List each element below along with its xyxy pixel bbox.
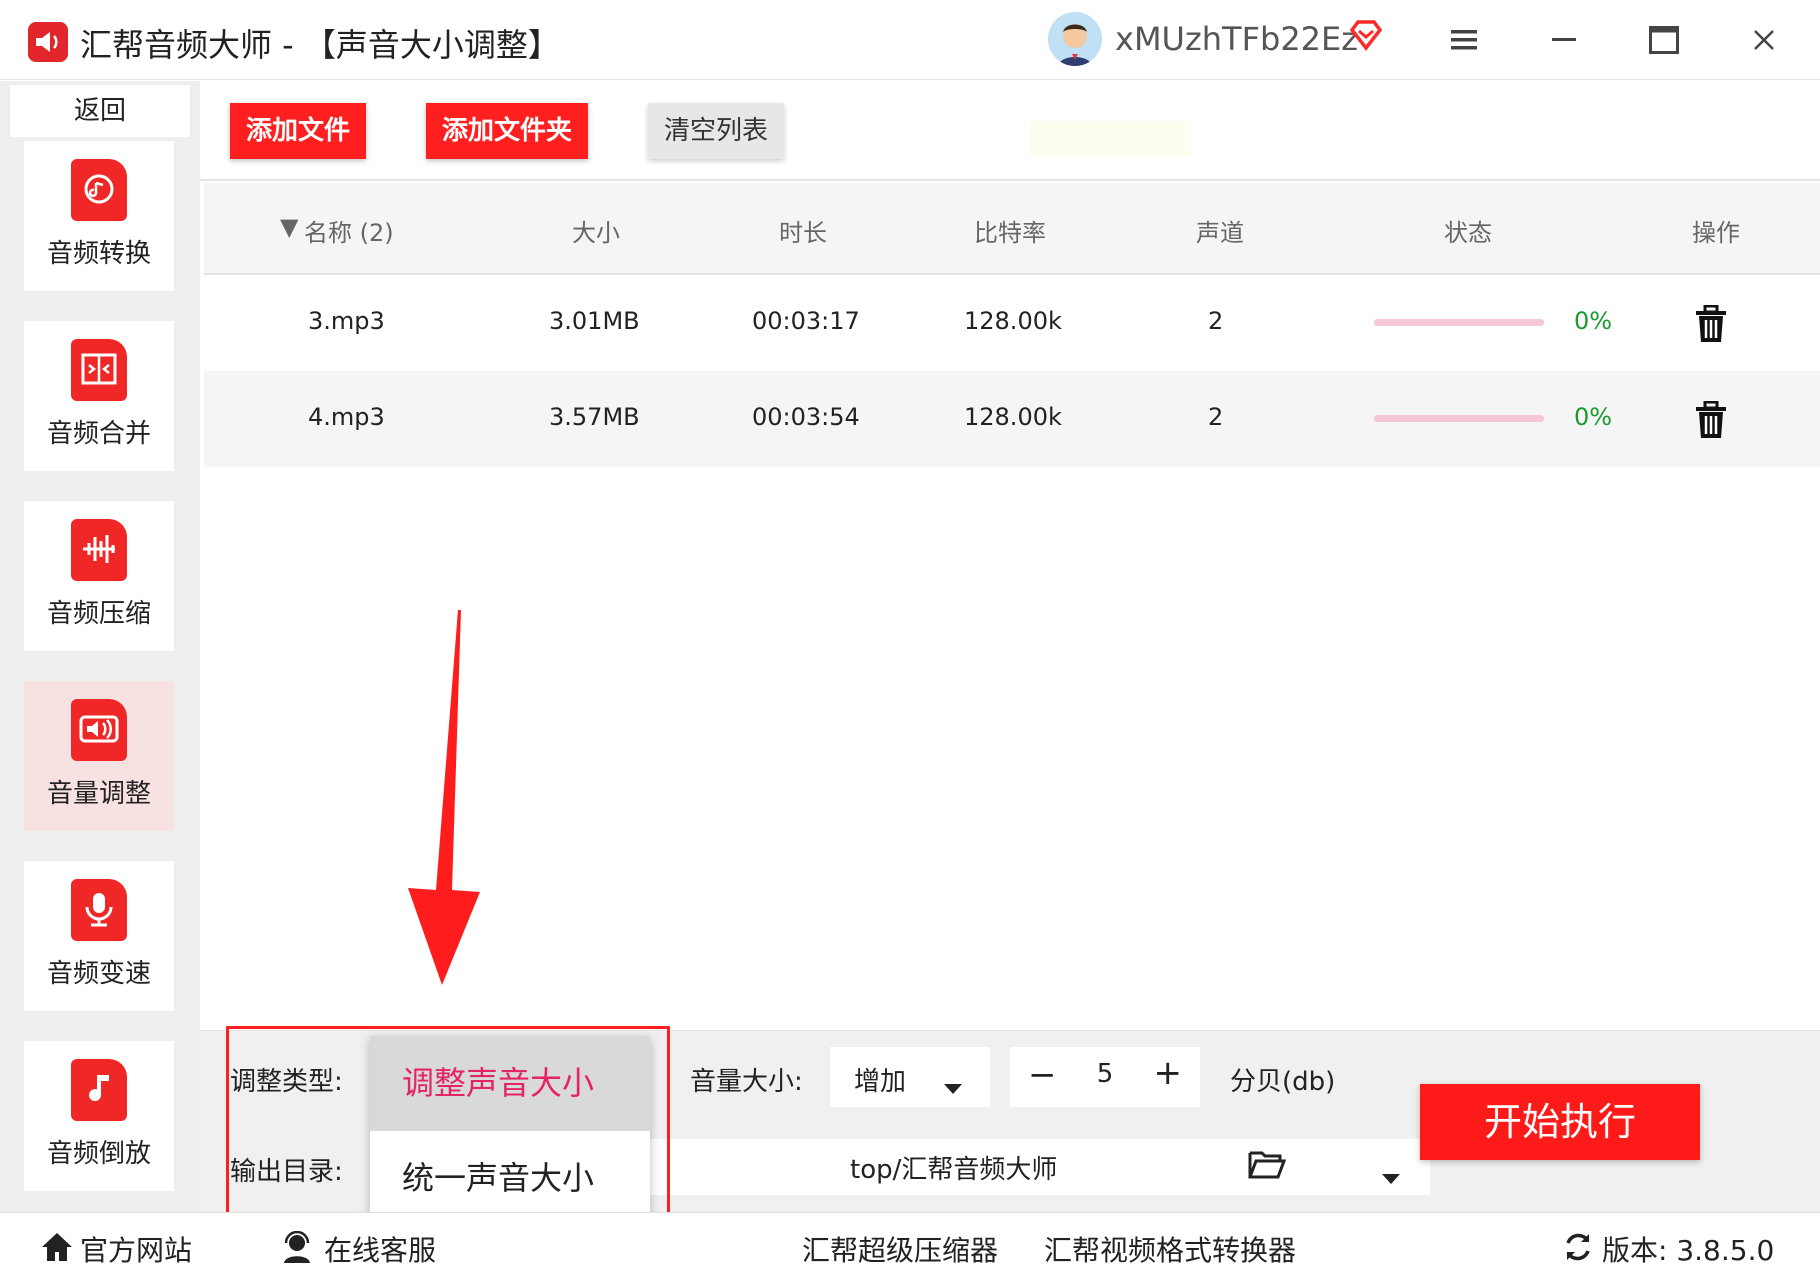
output-path-select[interactable]: top/汇帮音频大师 xyxy=(630,1139,1430,1195)
add-folder-button[interactable]: 添加文件夹 xyxy=(426,103,588,159)
progress-percent: 0% xyxy=(1574,403,1613,431)
close-icon[interactable] xyxy=(1744,20,1784,60)
minimize-icon[interactable] xyxy=(1544,20,1584,60)
sidebar-item-audio-speed[interactable]: 音频变速 xyxy=(24,861,174,1011)
sidebar-item-label: 音频倒放 xyxy=(46,1139,151,1169)
sidebar-item-audio-merge[interactable]: 音频合并 xyxy=(24,321,174,471)
maximize-icon[interactable] xyxy=(1644,20,1684,60)
sidebar-item-audio-convert[interactable]: 音频转换 xyxy=(24,141,174,291)
sidebar-item-label: 音量调整 xyxy=(46,779,151,809)
back-button[interactable]: 返回 xyxy=(10,85,190,137)
audio-merge-icon xyxy=(71,339,127,401)
volume-stepper[interactable]: − 5 + xyxy=(1010,1047,1200,1107)
volume-mode-select[interactable]: 增加 xyxy=(830,1047,990,1107)
file-duration: 00:03:54 xyxy=(752,403,860,431)
window-title: 汇帮音频大师 - 【声音大小调整】 xyxy=(80,26,560,64)
file-size: 3.57MB xyxy=(549,403,640,431)
user-avatar[interactable] xyxy=(1048,12,1102,66)
menu-icon[interactable] xyxy=(1444,20,1484,60)
folder-open-icon[interactable] xyxy=(1248,1147,1287,1183)
add-file-button[interactable]: 添加文件 xyxy=(230,103,366,159)
toolbar: 添加文件 添加文件夹 清空列表 xyxy=(200,81,1820,181)
clear-list-button[interactable]: 清空列表 xyxy=(648,103,784,159)
file-name: 4.mp3 xyxy=(308,403,385,431)
table-row[interactable]: 3.mp3 3.01MB 00:03:17 128.00k 2 0% xyxy=(204,275,1820,371)
table-header: ▼ 名称 (2) 大小 时长 比特率 声道 状态 操作 xyxy=(204,183,1820,275)
column-size[interactable]: 大小 xyxy=(572,213,620,248)
volume-adjust-icon xyxy=(71,699,127,761)
app-logo-icon xyxy=(28,22,68,62)
file-size: 3.01MB xyxy=(549,307,640,335)
column-name[interactable]: 名称 (2) xyxy=(304,213,394,248)
chevron-down-icon xyxy=(1382,1161,1400,1191)
trash-icon[interactable] xyxy=(1694,304,1728,347)
sidebar-item-label: 音频转换 xyxy=(46,239,151,269)
vip-diamond-icon[interactable] xyxy=(1348,18,1384,58)
faded-placeholder xyxy=(1030,121,1190,157)
video-converter-link[interactable]: 汇帮视频格式转换器 xyxy=(1044,1229,1296,1269)
progress-bar xyxy=(1374,415,1544,422)
version-label: 版本: 3.8.5.0 xyxy=(1602,1234,1775,1267)
sidebar-item-volume-adjust[interactable]: 音量调整 xyxy=(24,681,174,831)
annotation-highlight-box xyxy=(226,1026,670,1234)
file-duration: 00:03:17 xyxy=(752,307,860,335)
support-link[interactable]: 在线客服 xyxy=(324,1229,436,1269)
chevron-down-icon xyxy=(944,1071,962,1101)
refresh-icon[interactable] xyxy=(1562,1231,1594,1267)
progress-bar xyxy=(1374,319,1544,326)
unit-label: 分贝(db) xyxy=(1230,1067,1336,1097)
column-duration[interactable]: 时长 xyxy=(779,213,827,248)
volume-label: 音量大小: xyxy=(690,1067,803,1097)
file-channels: 2 xyxy=(1208,307,1224,335)
file-channels: 2 xyxy=(1208,403,1224,431)
file-table: ▼ 名称 (2) 大小 时长 比特率 声道 状态 操作 3.mp3 3.01MB… xyxy=(204,183,1820,467)
footer: 官方网站 在线客服 汇帮超级压缩器 汇帮视频格式转换器 版本: 3.8.5.0 xyxy=(0,1212,1820,1280)
file-bitrate: 128.00k xyxy=(964,307,1062,335)
volume-mode-value: 增加 xyxy=(854,1067,907,1097)
progress-percent: 0% xyxy=(1574,307,1613,335)
audio-speed-icon xyxy=(71,879,127,941)
sidebar-item-label: 音频变速 xyxy=(46,959,151,989)
file-name: 3.mp3 xyxy=(308,307,385,335)
table-row[interactable]: 4.mp3 3.57MB 00:03:54 128.00k 2 0% xyxy=(204,371,1820,467)
sort-arrow-icon[interactable]: ▼ xyxy=(280,213,298,241)
column-status: 状态 xyxy=(1444,219,1492,247)
sidebar-item-audio-reverse[interactable]: 音频倒放 xyxy=(24,1041,174,1191)
website-link[interactable]: 官方网站 xyxy=(80,1229,192,1269)
support-agent-icon[interactable] xyxy=(280,1230,314,1267)
output-path-value: top/汇帮音频大师 xyxy=(850,1155,1058,1185)
column-bitrate[interactable]: 比特率 xyxy=(974,213,1046,248)
sidebar-item-label: 音频压缩 xyxy=(46,599,151,629)
column-channels[interactable]: 声道 xyxy=(1196,213,1244,248)
sidebar: 返回 音频转换 音频合并 音频压缩 音量调整 音频变速 音频倒放 xyxy=(0,81,200,1212)
trash-icon[interactable] xyxy=(1694,400,1728,443)
audio-reverse-icon xyxy=(71,1059,127,1121)
start-button[interactable]: 开始执行 xyxy=(1420,1084,1700,1160)
column-action: 操作 xyxy=(1692,219,1740,247)
audio-convert-icon xyxy=(71,159,127,221)
audio-compress-icon xyxy=(71,519,127,581)
sidebar-item-audio-compress[interactable]: 音频压缩 xyxy=(24,501,174,651)
file-bitrate: 128.00k xyxy=(964,403,1062,431)
plus-button[interactable]: + xyxy=(1154,1053,1183,1093)
title-bar: 汇帮音频大师 - 【声音大小调整】 xMUzhTFb22Ez xyxy=(0,0,1820,80)
sidebar-item-label: 音频合并 xyxy=(46,419,151,449)
annotation-arrow-icon xyxy=(408,610,480,985)
username: xMUzhTFb22Ez xyxy=(1115,20,1359,58)
compressor-link[interactable]: 汇帮超级压缩器 xyxy=(802,1229,998,1269)
home-icon[interactable] xyxy=(40,1231,74,1267)
